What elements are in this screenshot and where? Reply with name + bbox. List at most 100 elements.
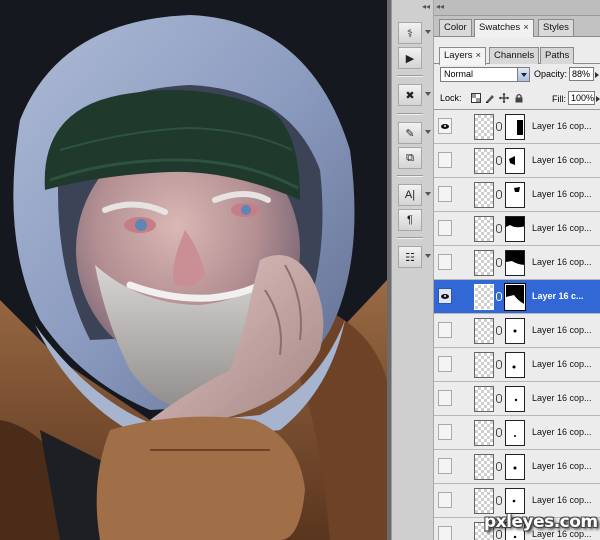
crossed-tools-icon[interactable]: ✖ [398, 84, 422, 106]
layer-thumbnail[interactable] [474, 318, 494, 344]
visibility-toggle[interactable] [438, 118, 452, 134]
layer-name[interactable]: Layer 16 cop... [532, 257, 592, 267]
layer-row-5[interactable]: Layer 16 cop... [434, 246, 600, 280]
layer-thumbnail[interactable] [474, 182, 494, 208]
character-icon[interactable]: A| [398, 184, 422, 206]
layer-name[interactable]: Layer 16 cop... [532, 461, 592, 471]
layer-row-1[interactable]: Layer 16 cop... [434, 110, 600, 144]
tab-channels[interactable]: Channels [489, 47, 540, 64]
layer-name[interactable]: Layer 16 cop... [532, 325, 592, 335]
layer-row-8[interactable]: Layer 16 cop... [434, 348, 600, 382]
clone-source-icon[interactable]: ⧉ [398, 147, 422, 169]
layer-row-4[interactable]: Layer 16 cop... [434, 212, 600, 246]
layer-thumbnail[interactable] [474, 454, 494, 480]
link-chain-icon[interactable] [496, 292, 502, 301]
layer-mask-thumbnail[interactable] [505, 148, 525, 174]
lock-image-pixels-icon[interactable] [485, 93, 495, 103]
layer-thumbnail[interactable] [474, 148, 494, 174]
tab-styles[interactable]: Styles [538, 19, 574, 36]
expand-arrow-icon[interactable] [425, 130, 431, 134]
blend-mode-select[interactable]: Normal [440, 67, 530, 82]
link-chain-icon[interactable] [496, 326, 502, 335]
visibility-toggle[interactable] [438, 458, 452, 474]
link-chain-icon[interactable] [496, 428, 502, 437]
link-chain-icon[interactable] [496, 360, 502, 369]
eyedropper-icon[interactable]: ✎ [398, 122, 422, 144]
link-chain-icon[interactable] [496, 462, 502, 471]
layer-mask-thumbnail[interactable] [505, 182, 525, 208]
visibility-toggle[interactable] [438, 424, 452, 440]
layer-row-10[interactable]: Layer 16 cop... [434, 416, 600, 450]
layer-mask-thumbnail[interactable] [505, 386, 525, 412]
layer-mask-thumbnail[interactable] [504, 283, 526, 311]
tab-layers[interactable]: Layers × [439, 47, 487, 65]
link-chain-icon[interactable] [496, 258, 502, 267]
layer-name[interactable]: Layer 16 c... [532, 291, 584, 301]
link-chain-icon[interactable] [496, 190, 502, 199]
layer-thumbnail[interactable] [474, 386, 494, 412]
play-action-icon[interactable]: ▶ [398, 47, 422, 69]
layer-thumbnail[interactable] [474, 420, 494, 446]
layer-mask-thumbnail[interactable] [505, 454, 525, 480]
visibility-toggle[interactable] [438, 356, 452, 372]
lock-all-icon[interactable] [514, 93, 524, 103]
layer-thumbnail[interactable] [474, 488, 494, 514]
expand-arrow-icon[interactable] [425, 254, 431, 258]
layer-row-9[interactable]: Layer 16 cop... [434, 382, 600, 416]
layer-list[interactable]: Layer 16 cop... Layer 16 cop... Layer 16… [434, 109, 600, 540]
close-icon[interactable]: × [523, 22, 529, 33]
visibility-toggle[interactable] [438, 288, 452, 304]
layer-row-2[interactable]: Layer 16 cop... [434, 144, 600, 178]
visibility-toggle[interactable] [438, 220, 452, 236]
layer-name[interactable]: Layer 16 cop... [532, 223, 592, 233]
fill-slider-arrow-icon[interactable] [595, 91, 600, 105]
layer-thumbnail[interactable] [474, 284, 494, 310]
link-chain-icon[interactable] [496, 122, 502, 131]
layer-name[interactable]: Layer 16 cop... [532, 495, 592, 505]
lock-position-icon[interactable] [499, 93, 509, 103]
opacity-field[interactable]: 88% [569, 67, 594, 81]
link-chain-icon[interactable] [496, 394, 502, 403]
layer-row-11[interactable]: Layer 16 cop... [434, 450, 600, 484]
document-canvas[interactable] [0, 0, 387, 540]
layer-name[interactable]: Layer 16 cop... [532, 359, 592, 369]
collapse-dock-icon[interactable]: ◂◂ [422, 2, 430, 11]
layer-thumbnail[interactable] [474, 216, 494, 242]
paragraph-icon[interactable]: ¶ [398, 209, 422, 231]
visibility-toggle[interactable] [438, 390, 452, 406]
panel-group-titlebar[interactable]: ◂◂ [434, 0, 600, 16]
layer-mask-thumbnail[interactable] [505, 114, 525, 140]
lock-transparency-icon[interactable] [471, 93, 481, 103]
expand-arrow-icon[interactable] [425, 192, 431, 196]
visibility-toggle[interactable] [438, 322, 452, 338]
link-chain-icon[interactable] [496, 156, 502, 165]
fill-field[interactable]: 100% [568, 91, 595, 105]
opacity-slider-arrow-icon[interactable] [594, 67, 600, 81]
layer-thumbnail[interactable] [474, 250, 494, 276]
layer-thumbnail[interactable] [474, 352, 494, 378]
layer-mask-thumbnail[interactable] [505, 318, 525, 344]
visibility-toggle[interactable] [438, 492, 452, 508]
link-chain-icon[interactable] [496, 224, 502, 233]
link-chain-icon[interactable] [496, 496, 502, 505]
layer-row-6-selected[interactable]: Layer 16 c... [434, 280, 600, 314]
layer-name[interactable]: Layer 16 cop... [532, 427, 592, 437]
layer-name[interactable]: Layer 16 cop... [532, 121, 592, 131]
chevron-down-icon[interactable] [517, 68, 529, 81]
layer-mask-thumbnail[interactable] [505, 420, 525, 446]
layer-thumbnail[interactable] [474, 114, 494, 140]
tab-paths[interactable]: Paths [540, 47, 575, 64]
collapse-panels-icon[interactable]: ◂◂ [436, 2, 444, 11]
visibility-toggle[interactable] [438, 152, 452, 168]
layer-row-3[interactable]: Layer 16 cop... [434, 178, 600, 212]
layer-mask-thumbnail[interactable] [505, 216, 525, 242]
visibility-toggle[interactable] [438, 186, 452, 202]
notes-icon[interactable]: ☷ [398, 246, 422, 268]
layer-mask-thumbnail[interactable] [505, 352, 525, 378]
layer-name[interactable]: Layer 16 cop... [532, 393, 592, 403]
close-icon[interactable]: × [476, 50, 482, 61]
layer-mask-thumbnail[interactable] [505, 488, 525, 514]
layer-mask-thumbnail[interactable] [505, 250, 525, 276]
expand-arrow-icon[interactable] [425, 92, 431, 96]
tab-color[interactable]: Color [439, 19, 472, 36]
